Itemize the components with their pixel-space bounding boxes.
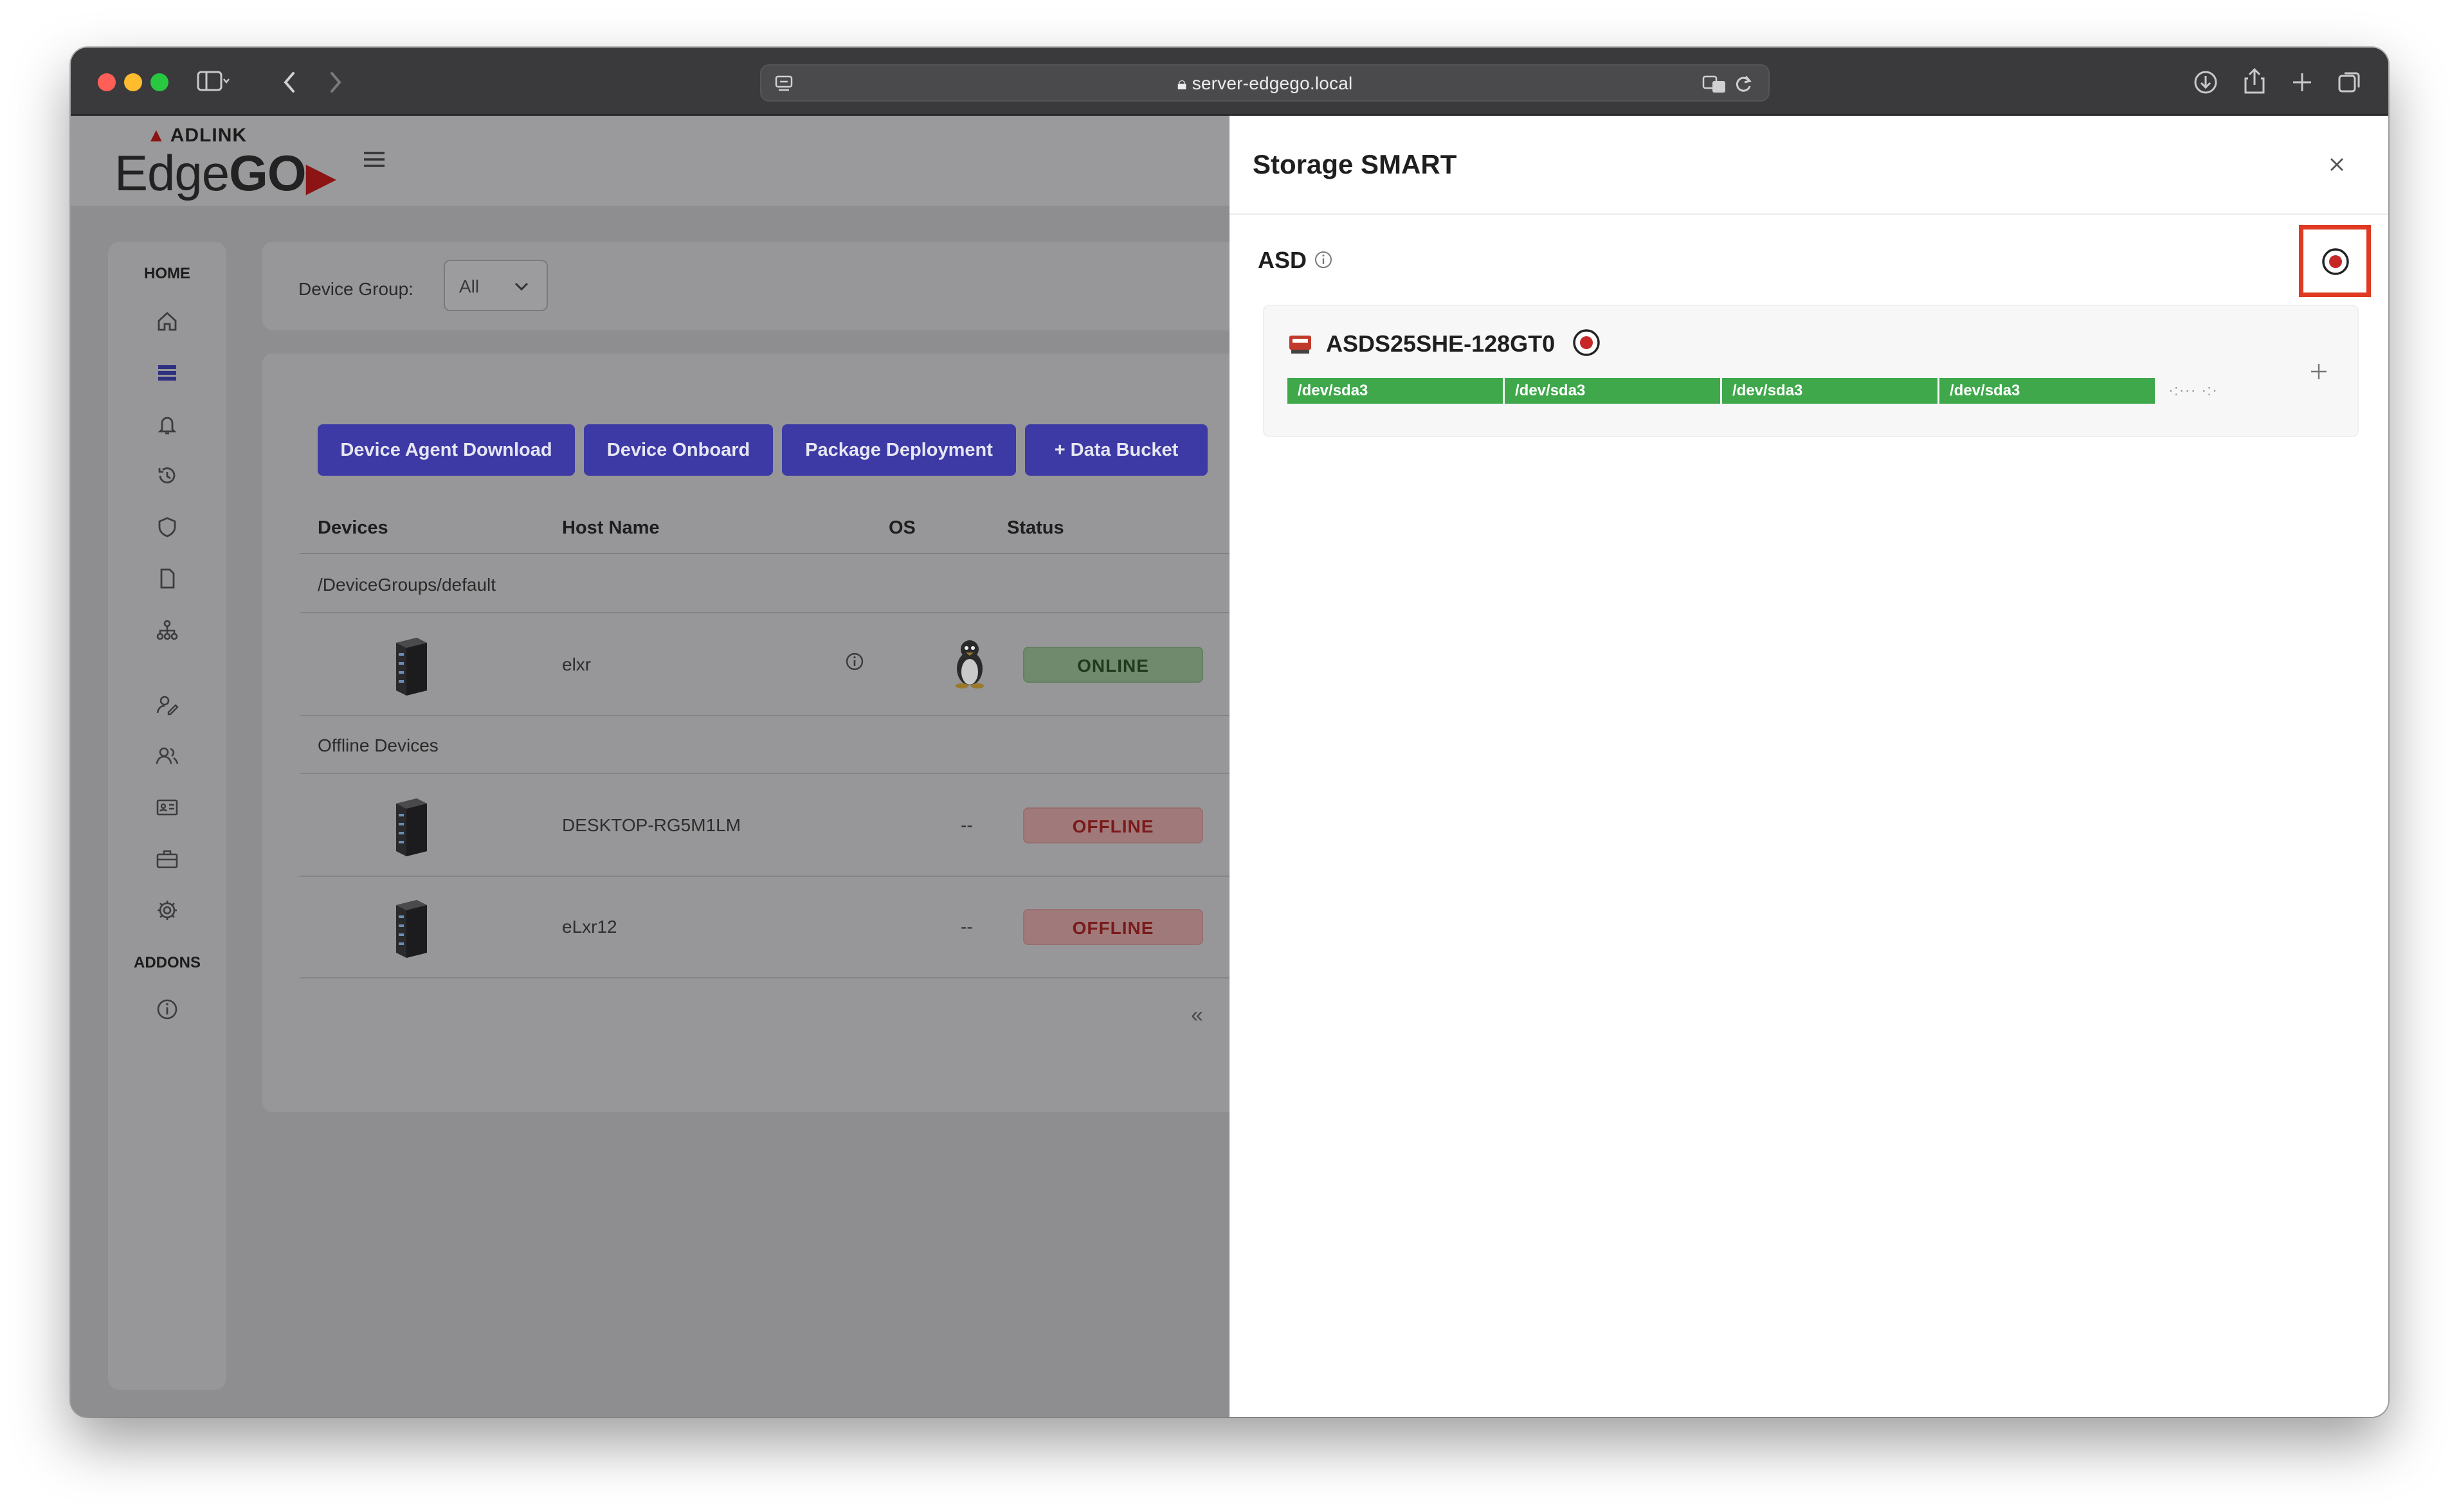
reload-icon[interactable] bbox=[1732, 73, 1754, 95]
package-deployment-button[interactable]: Package Deployment bbox=[782, 424, 1016, 476]
share-icon[interactable] bbox=[2242, 67, 2267, 95]
minimize-window-button[interactable] bbox=[124, 73, 142, 91]
id-card-icon[interactable] bbox=[154, 795, 180, 820]
bell-icon[interactable] bbox=[154, 411, 180, 437]
status-badge: OFFLINE bbox=[1023, 909, 1203, 945]
sidebar-home-label: HOME bbox=[144, 265, 190, 282]
device-group-select[interactable]: All bbox=[444, 260, 548, 311]
asd-section-label: ASD bbox=[1258, 247, 1307, 273]
device-list-icon[interactable] bbox=[154, 360, 180, 386]
briefcase-icon[interactable] bbox=[154, 846, 180, 872]
host-name-cell: elxr bbox=[562, 654, 592, 674]
partition-segment[interactable]: /dev/sda3 bbox=[1939, 378, 2157, 404]
column-header-status[interactable]: Status bbox=[1007, 518, 1064, 539]
header-divider bbox=[300, 553, 1393, 554]
lock-icon: 🔒︎ bbox=[1177, 73, 1187, 93]
device-agent-download-button[interactable]: Device Agent Download bbox=[318, 424, 575, 476]
chevron-down-icon bbox=[512, 276, 531, 299]
devices-card: Device Agent Download Device Onboard Pac… bbox=[262, 354, 1393, 1112]
group-label-default: /DeviceGroups/default bbox=[318, 575, 496, 595]
row-divider bbox=[300, 715, 1393, 716]
partition-segment[interactable]: /dev/sda3 bbox=[1505, 378, 1722, 404]
device-model-name: ASDS25SHE-128GT0 bbox=[1326, 330, 1556, 357]
column-header-os[interactable]: OS bbox=[889, 518, 916, 539]
forward-icon[interactable] bbox=[325, 69, 345, 95]
linux-os-icon bbox=[947, 636, 993, 694]
status-badge: ONLINE bbox=[1023, 647, 1203, 683]
close-icon[interactable] bbox=[2324, 152, 2350, 177]
row-divider bbox=[300, 773, 1393, 774]
sidebar: HOME ADDONS bbox=[108, 242, 226, 1390]
first-page-button[interactable]: « bbox=[1191, 1003, 1203, 1028]
browser-toolbar: 🔒︎ server-edgego.local bbox=[71, 48, 2388, 116]
expand-plus-icon[interactable] bbox=[2306, 359, 2332, 384]
address-bar[interactable]: 🔒︎ server-edgego.local bbox=[760, 64, 1770, 102]
user-edit-icon[interactable] bbox=[154, 692, 180, 717]
group-label-offline: Offline Devices bbox=[318, 735, 439, 755]
downloads-icon[interactable] bbox=[2193, 69, 2219, 95]
hamburger-menu-icon[interactable] bbox=[361, 148, 387, 174]
info-icon[interactable] bbox=[154, 996, 180, 1022]
os-cell: -- bbox=[961, 917, 973, 937]
server-icon bbox=[385, 634, 436, 698]
storage-device-card: ASDS25SHE-128GT0 /dev/sda3 /dev/sda3 /de… bbox=[1263, 305, 2359, 437]
server-icon bbox=[385, 896, 436, 960]
url-text: server-edgego.local bbox=[1192, 73, 1353, 93]
zoom-window-button[interactable] bbox=[150, 73, 168, 91]
status-badge: OFFLINE bbox=[1023, 807, 1203, 843]
server-icon bbox=[385, 795, 436, 859]
shield-icon[interactable] bbox=[154, 514, 180, 540]
host-name-cell: eLxr12 bbox=[562, 917, 617, 937]
device-group-label: Device Group: bbox=[298, 279, 413, 299]
translate-icon[interactable] bbox=[1701, 73, 1727, 95]
network-icon[interactable] bbox=[154, 617, 180, 643]
drawer-title: Storage SMART bbox=[1253, 149, 1457, 179]
gear-icon[interactable] bbox=[154, 897, 180, 923]
sidebar-toggle-icon[interactable] bbox=[197, 68, 230, 94]
storage-smart-drawer: Storage SMART ASD ASDS25SHE-128GT0 /dev/… bbox=[1230, 116, 2388, 1417]
new-tab-icon[interactable] bbox=[2289, 69, 2315, 95]
drawer-divider bbox=[1230, 213, 2388, 215]
radio-selected-icon[interactable] bbox=[2321, 247, 2350, 280]
close-window-button[interactable] bbox=[98, 73, 116, 91]
row-divider bbox=[300, 977, 1393, 978]
history-icon[interactable] bbox=[154, 463, 180, 489]
row-divider bbox=[300, 612, 1393, 613]
column-header-host-name[interactable]: Host Name bbox=[562, 518, 660, 539]
os-cell: -- bbox=[961, 815, 973, 835]
browser-window: 🔒︎ server-edgego.local ▲ ADLINK EdgeGO▶ … bbox=[71, 48, 2388, 1417]
partition-segment[interactable]: /dev/sda3 bbox=[1722, 378, 1939, 404]
document-icon[interactable] bbox=[154, 566, 180, 591]
unallocated-segment: ·:··· ·:· bbox=[2168, 382, 2218, 399]
adlink-logo-icon: ▲ bbox=[147, 125, 167, 146]
brand-edgego[interactable]: EdgeGO▶ bbox=[114, 144, 336, 203]
column-header-devices[interactable]: Devices bbox=[318, 518, 388, 539]
back-icon[interactable] bbox=[280, 69, 300, 95]
info-icon[interactable] bbox=[1313, 249, 1334, 270]
info-icon[interactable] bbox=[844, 651, 866, 677]
sidebar-addons-label: ADDONS bbox=[133, 954, 201, 971]
device-onboard-button[interactable]: Device Onboard bbox=[584, 424, 773, 476]
row-divider bbox=[300, 876, 1393, 877]
host-name-cell: DESKTOP-RG5M1LM bbox=[562, 815, 741, 835]
users-icon[interactable] bbox=[154, 743, 180, 769]
brand-adlink: ▲ ADLINK bbox=[147, 125, 248, 146]
ssd-drive-icon bbox=[1287, 333, 1313, 356]
app-page: ▲ ADLINK EdgeGO▶ HOME ADDONS Device Grou… bbox=[71, 116, 2388, 1417]
data-bucket-button[interactable]: + Data Bucket bbox=[1025, 424, 1208, 476]
filter-card: Device Group: All bbox=[262, 242, 1356, 330]
radio-selected-icon[interactable] bbox=[1572, 328, 1601, 361]
home-icon[interactable] bbox=[154, 309, 180, 334]
partition-segment[interactable]: /dev/sda3 bbox=[1287, 378, 1505, 404]
device-group-value: All bbox=[459, 276, 480, 296]
tab-overview-icon[interactable] bbox=[2337, 69, 2363, 95]
